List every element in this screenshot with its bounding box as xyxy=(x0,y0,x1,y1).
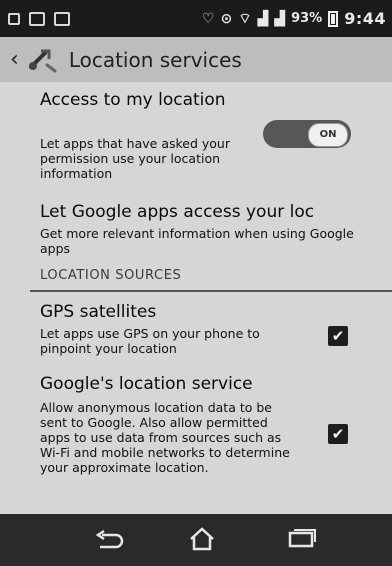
access-location-summary: Let apps that have asked your permission… xyxy=(40,136,230,181)
battery-icon xyxy=(328,10,339,27)
google-apps-access-title: Let Google apps access your loc xyxy=(40,202,315,222)
location-services-app-icon[interactable] xyxy=(25,47,59,73)
signal-icon: ▟ xyxy=(257,10,269,27)
section-header-location-sources: LOCATION SOURCES xyxy=(40,268,182,283)
recents-icon[interactable] xyxy=(284,529,318,549)
google-location-service-row[interactable]: Google's location service Allow anonymou… xyxy=(0,372,392,502)
navigation-bar xyxy=(0,514,392,566)
battery-percent: 93% xyxy=(291,11,323,26)
back-chevron-icon[interactable]: ‹ xyxy=(10,47,19,72)
gps-checkbox[interactable]: ✔ xyxy=(328,326,348,346)
alarm-icon: ⊙ xyxy=(220,10,233,27)
action-bar: ‹ Location services xyxy=(0,37,392,83)
phone-screen: ♡ ⊙ ⌔ ▟ ▟ 93% 9:44 ‹ Location services A… xyxy=(0,0,392,566)
google-location-service-title: Google's location service xyxy=(40,374,253,394)
google-apps-access-row[interactable]: Let Google apps access your loc Get more… xyxy=(0,194,392,256)
google-location-checkbox[interactable]: ✔ xyxy=(328,424,348,444)
home-icon[interactable] xyxy=(188,527,216,551)
gps-satellites-row[interactable]: GPS satellites Let apps use GPS on your … xyxy=(0,298,392,364)
wifi-icon: ⌔ xyxy=(238,10,252,27)
access-location-title: Access to my location xyxy=(40,90,226,110)
gps-satellites-title: GPS satellites xyxy=(40,302,157,322)
page-title: Location services xyxy=(68,47,242,72)
google-apps-access-summary: Get more relevant information when using… xyxy=(40,226,354,256)
sync-icon: ♡ xyxy=(202,10,215,27)
notification-icon xyxy=(8,12,20,25)
toggle-on-label: ON xyxy=(308,123,348,147)
notification-icons xyxy=(0,11,70,26)
image-notification-icon xyxy=(29,11,45,26)
location-toggle[interactable]: ON xyxy=(263,120,351,148)
clock: 9:44 xyxy=(344,9,386,28)
section-divider xyxy=(30,290,392,292)
signal-2-icon: ▟ xyxy=(274,10,286,27)
gps-satellites-summary: Let apps use GPS on your phone to pinpoi… xyxy=(40,326,260,356)
back-arrow-icon[interactable] xyxy=(92,530,126,550)
google-location-service-summary: Allow anonymous location data to be sent… xyxy=(40,400,290,475)
status-bar: ♡ ⊙ ⌔ ▟ ▟ 93% 9:44 xyxy=(0,0,392,37)
settings-list: Access to my location Let apps that have… xyxy=(0,82,392,514)
mail-notification-icon xyxy=(54,11,70,26)
access-location-row[interactable]: Access to my location Let apps that have… xyxy=(0,82,392,188)
system-icons: ♡ ⊙ ⌔ ▟ ▟ 93% 9:44 xyxy=(202,9,392,28)
